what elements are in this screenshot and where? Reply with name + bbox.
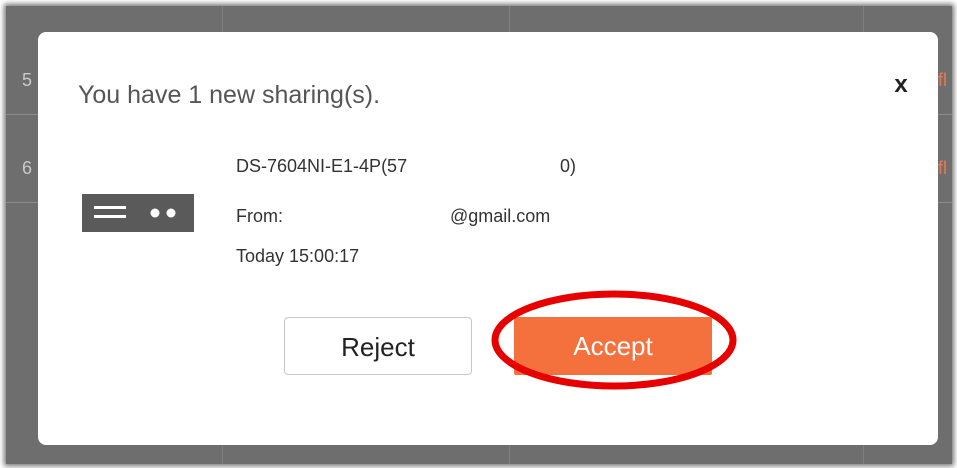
- background-side-text: fl: [938, 158, 947, 178]
- device-name-suffix: 0): [560, 156, 577, 176]
- background-row-number: 6: [22, 158, 33, 178]
- accept-button[interactable]: Accept: [514, 317, 712, 375]
- background-row-number: 5: [22, 70, 33, 90]
- sharing-dialog: You have 1 new sharing(s). x DS-7604NI-E…: [38, 32, 938, 445]
- reject-button[interactable]: Reject: [284, 317, 472, 375]
- from-label: From:: [236, 206, 283, 226]
- share-timestamp: Today 15:00:17: [236, 246, 360, 266]
- background-side-text: fl: [938, 70, 947, 90]
- close-icon: x: [894, 71, 908, 98]
- from-email: @gmail.com: [450, 206, 551, 226]
- dialog-title: You have 1 new sharing(s).: [78, 81, 381, 109]
- device-name-prefix: DS-7604NI-E1-4P(57: [236, 156, 408, 176]
- close-button[interactable]: x: [886, 70, 916, 100]
- nvr-device-icon: [82, 194, 194, 232]
